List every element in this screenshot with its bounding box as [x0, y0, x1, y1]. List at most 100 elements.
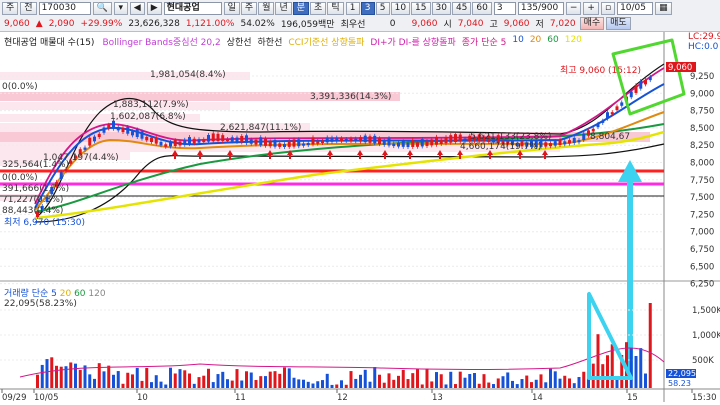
buy-button[interactable]: 매수: [579, 17, 605, 30]
count-field[interactable]: 135/900: [517, 2, 564, 15]
legend-item[interactable]: 60: [547, 35, 558, 48]
legend-item[interactable]: 120: [565, 35, 582, 48]
minute-tab[interactable]: 1: [345, 2, 360, 15]
volume-bar: [159, 381, 163, 388]
candle-body: [126, 127, 130, 134]
next-icon[interactable]: ▶: [146, 2, 162, 15]
volume-bar: [88, 374, 92, 388]
legend-item[interactable]: CCI기준선 상향돌파: [288, 35, 364, 48]
volume-bar: [69, 362, 73, 388]
legend-item[interactable]: 20: [530, 35, 541, 48]
period-tab[interactable]: 주: [240, 2, 258, 15]
arrow-icon[interactable]: ▾: [113, 2, 128, 15]
price-tick: 9,000: [690, 89, 714, 99]
stock-name-field[interactable]: 현대공업: [163, 2, 222, 15]
minute-tab[interactable]: 10: [390, 2, 411, 15]
candle-body: [97, 133, 101, 138]
period-tab[interactable]: 일: [223, 2, 240, 15]
candle-body: [197, 139, 201, 143]
volume-legend-60: 60: [74, 289, 86, 299]
period-tab[interactable]: 초: [310, 2, 327, 15]
volume-bar: [287, 368, 291, 388]
period-tab[interactable]: 분: [292, 2, 310, 15]
menu-button[interactable]: 주: [2, 2, 19, 15]
toolbar-row-1: 주 전 170030 🔍 ▾ ◀ ▶ 현대공업 일주월년분초틱 1 3 5 10 15 3…: [0, 1, 672, 16]
period-tab[interactable]: 월: [258, 2, 275, 15]
volume-bar: [501, 376, 505, 388]
mode-button[interactable]: 전: [20, 2, 37, 15]
chart-area[interactable]: 1,981,054(8.4%) 3,391,336(14.3%) 1,883,1…: [0, 32, 720, 403]
candle-body: [297, 139, 301, 147]
period-tab[interactable]: 년: [275, 2, 292, 15]
calendar-icon[interactable]: ▦: [655, 2, 672, 15]
candle-body: [306, 142, 310, 146]
high-label: 고: [489, 20, 498, 30]
price-tick: 6,500: [690, 262, 714, 272]
legend-item[interactable]: 상한선: [227, 35, 252, 48]
minute-tab[interactable]: 15: [411, 2, 431, 15]
prev-icon[interactable]: ◀: [129, 2, 145, 15]
vp-label-7: 5,621,133(23.8%): [470, 132, 551, 142]
candle-body: [316, 140, 320, 144]
volume-bar: [83, 365, 87, 388]
candle-body: [230, 137, 234, 142]
minus-icon[interactable]: −: [565, 2, 582, 15]
volume-bar: [216, 374, 220, 388]
minute-tab[interactable]: 5: [375, 2, 390, 15]
volume-bar: [116, 371, 120, 388]
candle-body: [463, 138, 467, 142]
date-field[interactable]: 10/05: [617, 2, 654, 15]
legend-item[interactable]: 10: [512, 35, 523, 48]
sell-button[interactable]: 매도: [606, 17, 631, 30]
vp-label-11: 71,227(0.3%): [2, 195, 63, 205]
candle-body: [235, 137, 239, 142]
minute-tab[interactable]: 30: [431, 2, 451, 15]
search-icon[interactable]: 🔍: [92, 2, 112, 15]
volume-bar: [406, 379, 410, 388]
volume-bar: [582, 371, 586, 388]
volume-bar: [107, 365, 111, 388]
volume-bar: [392, 379, 396, 388]
volume-bar: [563, 375, 567, 388]
volume-bar: [292, 377, 296, 388]
volume-percent: 1,121.00%: [185, 18, 235, 29]
candle-body: [116, 126, 120, 131]
candle-body: [211, 133, 215, 142]
time-tick: 10: [137, 393, 148, 402]
price-tick: 6,250: [690, 280, 714, 290]
plus-icon[interactable]: +: [583, 2, 599, 15]
candle-body: [88, 137, 92, 146]
legend-item[interactable]: 종가 단순 5: [462, 35, 507, 48]
toolbar: 주 전 170030 🔍 ▾ ◀ ▶ 현대공업 일주월년분초틱 1 3 5 10 15 3…: [0, 0, 720, 32]
current-price: 9,060: [4, 18, 30, 29]
volume-tick: 1,500K: [692, 306, 720, 316]
volume-bar: [525, 375, 529, 388]
legend-item[interactable]: DI+가 DI-를 상향돌파: [370, 35, 455, 48]
price-chart[interactable]: 1,981,054(8.4%) 3,391,336(14.3%) 1,883,1…: [0, 32, 720, 403]
candle-body: [59, 172, 63, 179]
candle-body: [135, 129, 139, 138]
interval-select[interactable]: 3: [493, 2, 516, 15]
volume-bar: [477, 383, 481, 388]
candle-body: [202, 139, 206, 143]
minute-tab[interactable]: 3: [360, 2, 375, 15]
candle-body: [159, 141, 163, 146]
open-value: 7,040: [457, 18, 484, 29]
period-tab[interactable]: 틱: [327, 2, 344, 15]
candle-body: [458, 134, 462, 142]
legend-item[interactable]: 하한선: [258, 35, 283, 48]
volume-bar: [577, 377, 581, 388]
volume-bar: [102, 371, 106, 388]
minute-tab[interactable]: 45: [451, 2, 472, 15]
minute-tab[interactable]: 60: [472, 2, 492, 15]
volume-bar: [368, 381, 372, 388]
code-input[interactable]: 170030: [38, 2, 91, 15]
volume-bar: [121, 383, 125, 388]
vp-label-8: 4,660,174(19.7%): [460, 142, 541, 152]
candle-body: [634, 85, 638, 93]
lock-icon[interactable]: ▫: [600, 2, 616, 15]
volume-bar: [259, 376, 263, 388]
legend-item[interactable]: Bollinger Bands중심선 20,2: [102, 35, 220, 48]
legend-items: Bollinger Bands중심선 20,2 상한선 하한선 CCI기준선 상향돌파…: [102, 35, 581, 48]
candle-body: [240, 135, 244, 143]
